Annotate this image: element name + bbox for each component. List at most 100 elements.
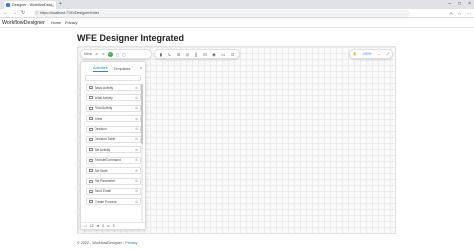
favicon-icon (6, 3, 10, 7)
scrollbar-thumb[interactable] (141, 84, 143, 144)
browser-tab[interactable]: Designer - WorkflowDesigner × (4, 1, 56, 9)
gear-icon[interactable]: ⚙ (135, 189, 138, 193)
url-text: https://localhost:7191/Designer/Index (40, 11, 100, 15)
activity-icon (89, 148, 93, 152)
save-icon[interactable]: ▮ (160, 52, 162, 57)
target-icon[interactable]: ◎ (186, 52, 190, 57)
activity-icon (89, 96, 93, 100)
paste-icon[interactable]: ◻ (122, 52, 125, 57)
tab-close-icon[interactable]: × (52, 3, 54, 8)
new-tab-icon[interactable]: + (59, 1, 62, 7)
activity-list: Basic Activity ⚙ Initial Activity ⚙ Final … (86, 84, 141, 209)
connect-icon[interactable]: ↳ (168, 52, 172, 57)
designer-toolbar: Menu ↶ ↷ ✓ ◻ ◻ (80, 49, 152, 59)
gear-icon[interactable]: ⚙ (135, 117, 138, 121)
brand-link[interactable]: WorkflowDesigner (2, 20, 45, 26)
panel-footer: ▭ 12 ⊟ 0 ⊙ 0 (81, 222, 145, 229)
list-item[interactable]: Basic Activity ⚙ (86, 84, 141, 91)
code-icon[interactable]: {} (195, 52, 198, 57)
activity-icon (89, 137, 93, 141)
table-icon[interactable]: ⊟ (203, 52, 207, 57)
settings-icon[interactable]: ⊙ (231, 52, 235, 57)
rectangle-icon[interactable]: ▭ (221, 52, 225, 57)
gear-icon[interactable]: ⚙ (135, 179, 138, 183)
redo-icon[interactable]: ↷ (102, 52, 105, 57)
activity-icon (89, 127, 93, 131)
panel-tabs: Activities Templates (81, 64, 145, 72)
list-item[interactable]: Set Parameter ⚙ (86, 177, 141, 185)
address-bar: ← → ↻ ⓘ https://localhost:7191/Designer/… (0, 9, 474, 18)
menu-button[interactable]: Menu (84, 52, 92, 56)
list-item[interactable]: Set State ⚙ (86, 167, 141, 175)
list-item[interactable]: Decision Table ⚙ (86, 135, 141, 143)
command-count-icon: ⊟ (96, 224, 100, 228)
tab-activities[interactable]: Activities (93, 66, 108, 72)
activity-count: 12 (90, 224, 94, 228)
page-footer: © 2022 - WorkflowDesigner - Privacy (77, 241, 137, 245)
nav-link-privacy[interactable]: Privacy (65, 21, 77, 25)
gear-icon[interactable]: ⚙ (135, 169, 138, 173)
list-item[interactable]: Decision ⚙ (86, 125, 141, 133)
copy-icon[interactable]: ◻ (116, 52, 119, 57)
maximize-icon[interactable]: □ (458, 0, 461, 8)
toggle-on-icon[interactable]: ✓ (107, 51, 113, 57)
reload-icon[interactable]: ↻ (21, 10, 25, 17)
designer-icon-toolbar: ▮ ↳ ⊘ ◎ {} ⊟ ◉ ▭ ⊙ (154, 49, 240, 59)
favorite-star-icon[interactable]: ☆ (457, 10, 461, 17)
site-info-icon[interactable]: ⓘ (35, 10, 39, 17)
panel-scrollbar[interactable] (141, 84, 143, 224)
list-item[interactable]: Create Process ⚙ (86, 198, 141, 206)
forward-icon[interactable]: → (12, 10, 17, 17)
list-item[interactable]: Inline ⚙ (86, 115, 141, 123)
gear-icon[interactable]: ⚙ (135, 106, 138, 110)
list-item[interactable]: Final Activity ⚙ (86, 104, 141, 112)
gear-icon[interactable]: ⚙ (135, 158, 138, 162)
footer-privacy-link[interactable]: Privacy (125, 241, 137, 245)
activity-icon (89, 86, 93, 89)
timer-count-icon: ⊙ (107, 224, 110, 228)
activity-icon (89, 117, 93, 121)
activity-count-icon: ▭ (84, 224, 88, 228)
minimize-icon[interactable]: – (448, 0, 451, 8)
fit-icon[interactable]: ↔ (377, 52, 381, 56)
activity-icon (89, 189, 93, 193)
panel-close-icon[interactable]: × (140, 65, 142, 70)
url-input[interactable]: ⓘ https://localhost:7191/Designer/Index (34, 10, 410, 17)
tab-title: Designer - WorkflowDesigner (12, 3, 52, 7)
gear-icon[interactable]: ⚙ (135, 200, 138, 204)
gear-icon[interactable]: ⚙ (135, 96, 138, 100)
forbid-icon[interactable]: ⊘ (177, 52, 181, 57)
activity-icon (89, 106, 93, 110)
activities-panel: Activities Templates × Basic Activity ⚙ I… (80, 61, 146, 230)
gear-icon[interactable]: ⚙ (135, 127, 138, 131)
copyright-text: © 2022 - WorkflowDesigner - (77, 241, 126, 245)
tab-templates[interactable]: Templates (114, 67, 131, 72)
activity-icon (89, 158, 93, 162)
list-item[interactable]: Initial Activity ⚙ (86, 94, 141, 102)
list-item[interactable]: Set Activity ⚙ (86, 146, 141, 154)
more-menu-icon[interactable]: ⋯ (467, 10, 472, 17)
gear-icon[interactable]: ⚙ (135, 148, 138, 152)
nav-link-home[interactable]: Home (51, 21, 61, 25)
command-count: 0 (102, 224, 105, 228)
list-item[interactable]: ExecuteCommand ⚙ (86, 156, 141, 164)
browser-tab-bar: Designer - WorkflowDesigner × + – □ × (0, 0, 474, 9)
address-bar-icons: A ☆ ⋯ (449, 10, 471, 17)
record-icon[interactable]: ◉ (212, 52, 216, 57)
site-navbar: WorkflowDesigner Home Privacy (0, 18, 474, 28)
read-aloud-icon[interactable]: A (449, 10, 452, 17)
undo-icon[interactable]: ↶ (95, 52, 98, 57)
hand-icon[interactable]: ✋ (353, 52, 357, 56)
gear-icon[interactable]: ⚙ (135, 86, 138, 90)
expand-icon[interactable]: ⤢ (386, 52, 389, 56)
activity-search-input[interactable] (85, 75, 141, 81)
page-title: WFE Designer Integrated (77, 33, 185, 43)
activity-icon (89, 200, 93, 204)
activity-icon (89, 179, 93, 183)
designer-canvas[interactable]: Menu ↶ ↷ ✓ ◻ ◻ ▮ ↳ ⊘ ◎ {} ⊟ ◉ ▭ ⊙ ✋ 100%… (77, 46, 396, 234)
back-icon[interactable]: ← (3, 10, 8, 17)
close-window-icon[interactable]: × (468, 0, 471, 8)
gear-icon[interactable]: ⚙ (135, 137, 138, 141)
list-item[interactable]: Send Email ⚙ (86, 187, 141, 195)
zoom-level[interactable]: 100% (363, 52, 371, 56)
